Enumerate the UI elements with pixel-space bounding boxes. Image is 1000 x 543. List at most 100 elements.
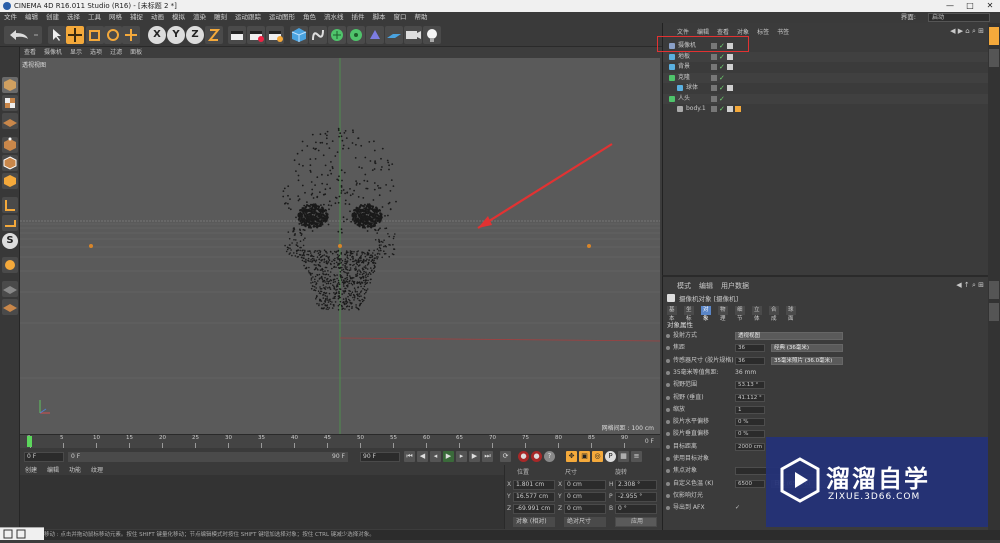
playhead[interactable] xyxy=(27,436,32,447)
animate-dot-icon[interactable] xyxy=(666,457,670,461)
render-picture-icon[interactable] xyxy=(247,26,265,44)
animate-dot-icon[interactable] xyxy=(666,506,670,511)
snap-icon[interactable]: S xyxy=(2,233,18,249)
menu-plugins[interactable]: 插件 xyxy=(348,12,369,23)
spline-pen-icon[interactable] xyxy=(309,26,327,44)
attr-tab[interactable]: 立体 xyxy=(752,306,762,322)
menu-sculpt[interactable]: 雕刻 xyxy=(210,12,231,23)
tweak-mode-icon[interactable] xyxy=(2,215,18,231)
layout-select[interactable]: 启动 xyxy=(928,13,990,22)
attr-select[interactable]: 透视视图 xyxy=(735,332,843,340)
key-scale-icon[interactable]: ▣ xyxy=(579,451,590,462)
prev-key-icon[interactable]: ◀ xyxy=(417,451,428,462)
object-tag-icon[interactable] xyxy=(727,53,733,60)
enabled-check-icon[interactable]: ✓ xyxy=(719,52,725,62)
select-icon[interactable] xyxy=(48,26,66,44)
object-tag-icon[interactable] xyxy=(727,64,733,70)
position-z-field[interactable]: -69.991 cm xyxy=(513,504,555,514)
vp-menu-panel[interactable]: 面板 xyxy=(126,47,146,58)
animate-dot-icon[interactable] xyxy=(666,395,670,400)
object-row[interactable]: 球体 ✓ xyxy=(663,83,989,93)
attr-tab[interactable]: 基本 xyxy=(667,306,677,322)
vp-menu-filter[interactable]: 过滤 xyxy=(106,47,126,58)
mat-menu-texture[interactable]: 纹理 xyxy=(86,466,108,476)
attr-tab[interactable]: 球面 xyxy=(786,306,796,322)
animate-dot-icon[interactable] xyxy=(666,407,670,412)
light-icon[interactable] xyxy=(423,26,441,44)
maximize-button[interactable]: □ xyxy=(960,0,980,12)
animate-dot-icon[interactable] xyxy=(666,444,670,449)
animate-dot-icon[interactable] xyxy=(666,370,670,375)
position-y-field[interactable]: 16.577 cm xyxy=(513,492,555,502)
vp-menu-options[interactable]: 选项 xyxy=(86,47,106,58)
texture-mode-icon[interactable] xyxy=(2,95,18,111)
attr-tab[interactable]: 物理 xyxy=(718,306,728,322)
attr-menu-mode[interactable]: 模式 xyxy=(677,282,699,290)
attr-menu-edit[interactable]: 编辑 xyxy=(699,282,721,290)
enabled-check-icon[interactable]: ✓ xyxy=(719,62,725,72)
minimize-button[interactable]: — xyxy=(940,0,960,12)
menu-select[interactable]: 选择 xyxy=(63,12,84,23)
size-z-field[interactable]: 0 cm xyxy=(564,504,606,514)
live-select-icon[interactable] xyxy=(122,26,140,44)
content-browser-tab[interactable] xyxy=(989,49,999,67)
menu-character[interactable]: 角色 xyxy=(299,12,320,23)
autokey-icon[interactable]: ● xyxy=(531,451,542,462)
array-icon[interactable] xyxy=(347,26,365,44)
timeline-menu-icon[interactable]: ≡ xyxy=(631,451,642,462)
menu-help[interactable]: 帮助 xyxy=(411,12,432,23)
subdivision-icon[interactable] xyxy=(328,26,346,44)
goto-end-icon[interactable]: ⏭ xyxy=(482,451,493,462)
animate-dot-icon[interactable] xyxy=(666,493,670,498)
attr-field[interactable]: 36 xyxy=(735,356,765,365)
position-x-field[interactable]: 1.801 cm xyxy=(513,480,555,490)
menu-pipeline[interactable]: 流水线 xyxy=(320,12,348,23)
animate-dot-icon[interactable] xyxy=(666,346,670,351)
menu-render[interactable]: 渲染 xyxy=(189,12,210,23)
attr-field[interactable]: 2000 cm xyxy=(735,442,765,451)
animate-dot-icon[interactable] xyxy=(666,334,670,338)
end-frame-field[interactable]: 90 F xyxy=(360,452,400,462)
mat-menu-function[interactable]: 功能 xyxy=(64,466,86,476)
menu-animate[interactable]: 动画 xyxy=(147,12,168,23)
play-icon[interactable]: ▶ xyxy=(443,451,454,462)
workplane-mode-icon[interactable] xyxy=(2,113,18,129)
menu-window[interactable]: 窗口 xyxy=(390,12,411,23)
camera-icon[interactable] xyxy=(404,26,422,44)
rotation-p-field[interactable]: -2.955 ° xyxy=(615,492,657,502)
object-row[interactable]: 人头 ✓ xyxy=(663,93,989,104)
size-y-field[interactable]: 0 cm xyxy=(564,492,606,502)
prev-frame-icon[interactable]: ◂ xyxy=(430,451,441,462)
key-parameter-icon[interactable]: P xyxy=(605,451,616,462)
rotation-b-field[interactable]: 0 ° xyxy=(615,504,657,514)
attr-preset-select[interactable]: 35毫米照片 (36.0毫米) xyxy=(771,356,843,365)
animate-dot-icon[interactable] xyxy=(666,432,670,437)
menu-file[interactable]: 文件 xyxy=(0,12,21,23)
visibility-toggle-icon[interactable] xyxy=(711,64,717,70)
visibility-toggle-icon[interactable] xyxy=(711,53,717,60)
menu-snap[interactable]: 捕捉 xyxy=(126,12,147,23)
mat-menu-edit[interactable]: 编辑 xyxy=(42,466,64,476)
animate-dot-icon[interactable] xyxy=(666,469,670,474)
animate-dot-icon[interactable] xyxy=(666,383,670,388)
visibility-toggle-icon[interactable] xyxy=(711,74,717,81)
rotate-icon[interactable] xyxy=(104,26,122,44)
render-view-icon[interactable] xyxy=(228,26,246,44)
attributes-tab[interactable] xyxy=(989,281,999,299)
scale-icon[interactable] xyxy=(86,26,104,44)
key-position-icon[interactable]: ✥ xyxy=(566,451,577,462)
keyframe-selection-icon[interactable]: ? xyxy=(544,451,555,462)
perspective-viewport[interactable]: 透视视图 网格间距 : 100 cm xyxy=(20,58,660,434)
size-mode-select[interactable]: 绝对尺寸 xyxy=(564,517,606,527)
object-row[interactable]: body.1 ✓ xyxy=(663,104,989,114)
attr-field[interactable]: 53.13 ° xyxy=(735,381,765,390)
sculpt-icon[interactable] xyxy=(2,299,18,315)
preview-range-slider[interactable]: 0 F 90 F xyxy=(68,452,348,462)
objects-tab[interactable] xyxy=(989,27,999,45)
menu-motion-tracker[interactable]: 运动跟踪 xyxy=(231,12,265,23)
key-rotation-icon[interactable]: ◎ xyxy=(592,451,603,462)
layers-tab[interactable] xyxy=(989,303,999,321)
record-key-icon[interactable]: ● xyxy=(518,451,529,462)
object-tag-icon[interactable] xyxy=(727,85,733,91)
animate-dot-icon[interactable] xyxy=(666,481,670,486)
